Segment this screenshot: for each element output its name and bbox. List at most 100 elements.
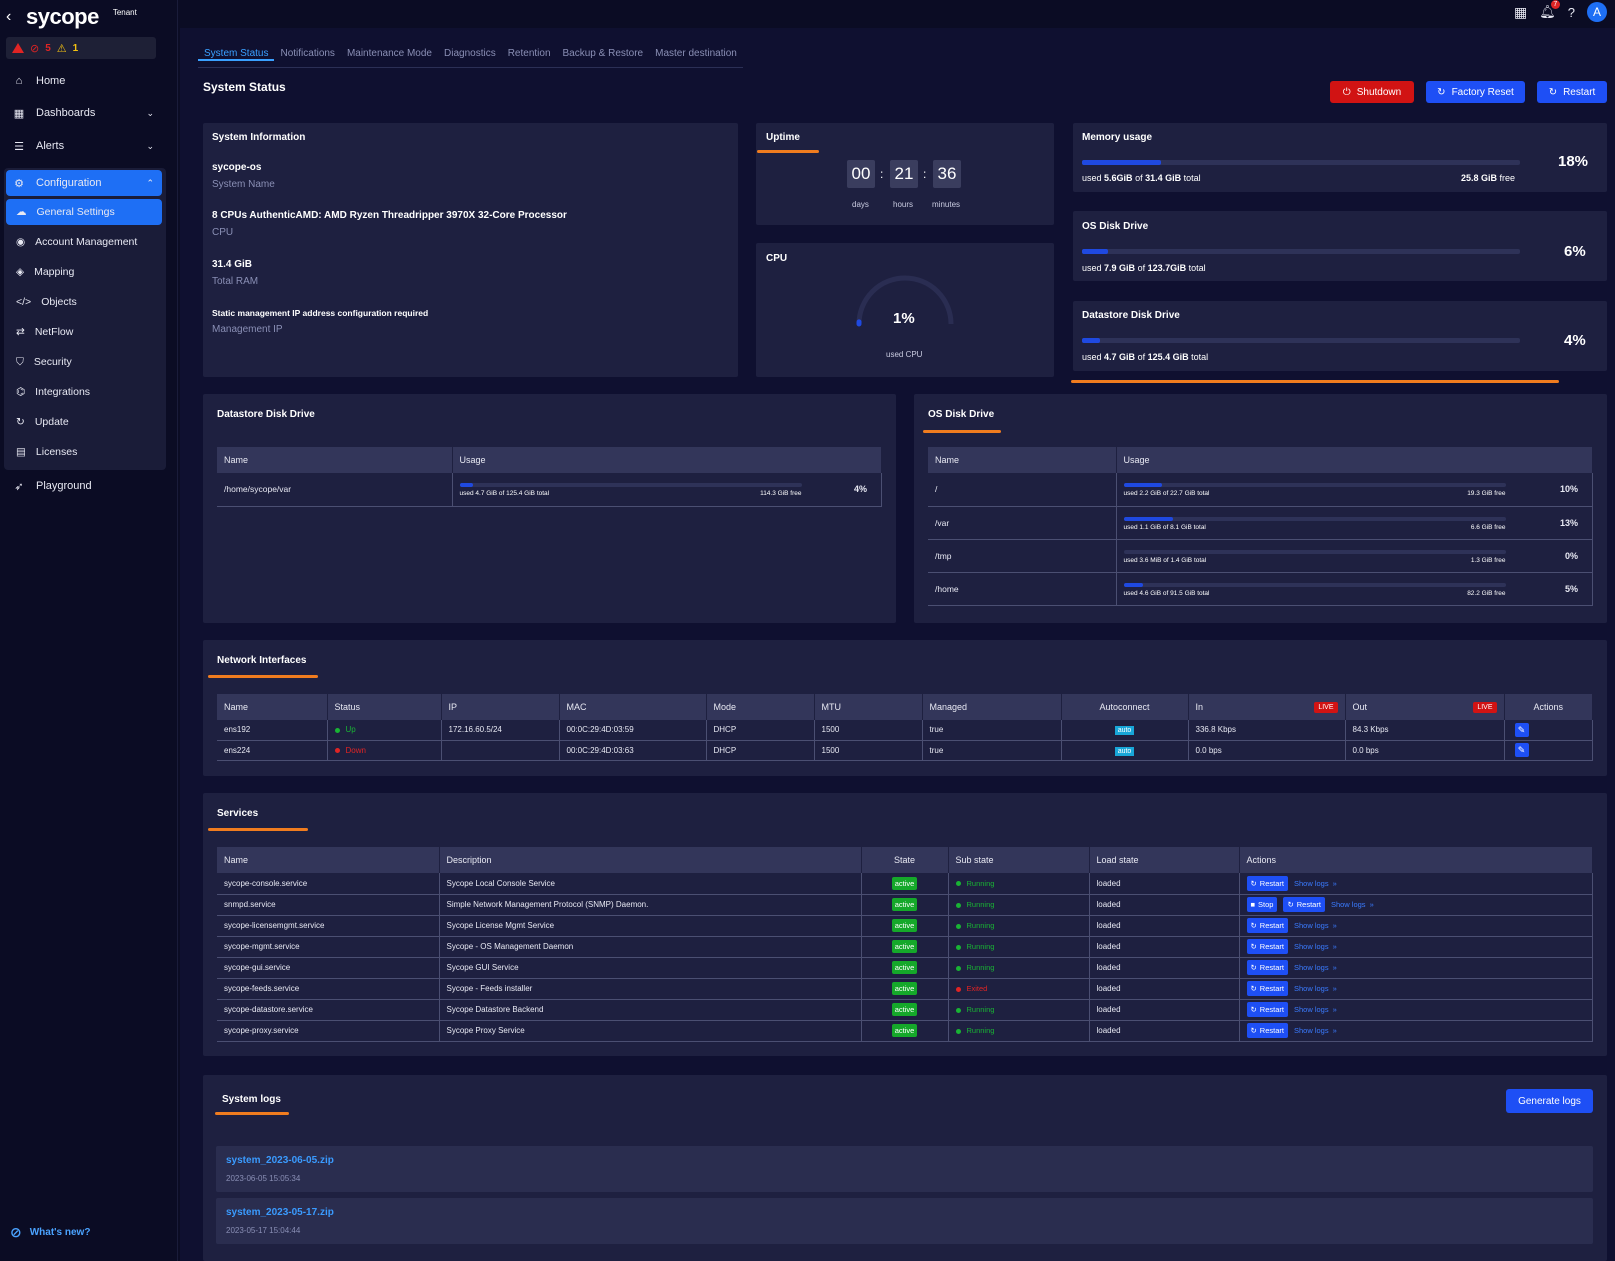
- service-load-state: loaded: [1089, 894, 1240, 916]
- table-row: /tmp used 3.6 MiB of 1.4 GiB total 1.3 GiB…: [928, 539, 1593, 573]
- alert-summary[interactable]: ⊘ 5 ⚠ 1: [6, 37, 156, 59]
- status-dot-icon: [955, 902, 961, 908]
- service-substate-text: Running: [966, 878, 995, 888]
- nav-alerts[interactable]: ☰ Alerts ⌄: [6, 133, 162, 159]
- show-logs-link[interactable]: Show logs»: [1294, 879, 1337, 888]
- restart-service-button[interactable]: ↻ Restart: [1246, 1002, 1288, 1017]
- nav-mapping[interactable]: ◈ Mapping: [6, 259, 162, 285]
- warning-alert-count: 1: [72, 42, 79, 54]
- show-logs-label: Show logs: [1293, 1026, 1329, 1035]
- datastore-used-prefix: used: [1082, 352, 1102, 362]
- col-actions: Actions: [1504, 694, 1593, 720]
- table-row: sycope-gui.service Sycope GUI Service acti…: [217, 957, 1593, 979]
- service-substate: Running: [948, 936, 1090, 958]
- tab-backup-restore[interactable]: Backup & Restore: [557, 48, 650, 61]
- iface-actions: ✎: [1504, 720, 1593, 741]
- os-disk-bar-fill: [1082, 249, 1109, 254]
- avatar[interactable]: A: [1587, 2, 1607, 22]
- settings-tabs: System Status Notifications Maintenance …: [198, 48, 743, 68]
- restart-button[interactable]: ↻ Restart: [1537, 81, 1607, 103]
- nav-update[interactable]: ↻ Update: [6, 409, 162, 435]
- generate-logs-button[interactable]: Generate logs: [1506, 1089, 1593, 1113]
- datastore-total: 125.4 GiB: [1147, 352, 1189, 362]
- restart-service-button[interactable]: ↻ Restart: [1246, 939, 1288, 954]
- restart-label: Restart: [1259, 1026, 1284, 1035]
- show-logs-link[interactable]: Show logs»: [1294, 921, 1337, 930]
- disk-usage-bar: [459, 483, 802, 488]
- memory-total-suffix: total: [1183, 173, 1201, 183]
- disk-usage-text: used 4.6 GiB of 91.5 GiB total 82.2 GiB f…: [1124, 590, 1506, 597]
- nav-account-management[interactable]: ◉ Account Management: [6, 229, 162, 255]
- show-logs-link[interactable]: Show logs»: [1294, 984, 1337, 993]
- restart-service-button[interactable]: ↻ Restart: [1246, 918, 1288, 933]
- whats-new-link[interactable]: ⊘ What's new?: [10, 1224, 90, 1241]
- apps-grid-icon[interactable]: ▦: [1514, 4, 1527, 21]
- sidebar: ‹ sycope Tenant ⊘ 5 ⚠ 1 ⌂ Home ▦ Dashboa…: [0, 0, 178, 1261]
- nav-general-settings[interactable]: ☁ General Settings: [6, 199, 162, 225]
- tab-maintenance-mode[interactable]: Maintenance Mode: [341, 48, 438, 61]
- bell-icon[interactable]: 🔔︎ 7: [1539, 0, 1560, 20]
- factory-reset-button[interactable]: ↻ Factory Reset: [1426, 81, 1525, 103]
- memory-total: 31.4 GiB: [1145, 173, 1182, 183]
- service-substate-text: Running: [966, 900, 995, 909]
- table-row: sycope-mgmt.service Sycope - OS Managemen…: [217, 936, 1593, 958]
- service-substate: Running: [948, 1020, 1090, 1042]
- tab-diagnostics[interactable]: Diagnostics: [438, 48, 502, 61]
- service-name: snmpd.service: [217, 894, 440, 916]
- tab-master-destination[interactable]: Master destination: [649, 48, 743, 61]
- disk-used: used 4.7 GiB of 125.4 GiB total: [459, 490, 550, 498]
- nav-integrations[interactable]: ⌬ Integrations: [6, 379, 162, 405]
- live-badge[interactable]: LIVE: [1314, 701, 1338, 713]
- restart-service-button[interactable]: ↻ Restart: [1246, 1023, 1288, 1038]
- show-logs-link[interactable]: Show logs»: [1294, 1026, 1337, 1035]
- nav-home[interactable]: ⌂ Home: [6, 68, 162, 94]
- log-file-link[interactable]: system_2023-05-17.zip: [226, 1207, 334, 1218]
- disk-free: 6.6 GiB free: [1470, 523, 1506, 531]
- datastore-total-suffix: total: [1191, 352, 1209, 362]
- state-badge: active: [891, 898, 918, 911]
- service-description: Simple Network Management Protocol (SNMP…: [439, 894, 862, 916]
- restart-service-button[interactable]: ↻ Restart: [1246, 981, 1288, 996]
- edit-icon[interactable]: ✎: [1514, 743, 1529, 757]
- nav-security[interactable]: ⛉ Security: [6, 349, 162, 375]
- iface-status-text: Up: [345, 725, 356, 735]
- nav-dashboards[interactable]: ▦ Dashboards ⌄: [6, 100, 162, 126]
- disk-usage-bar: [1123, 483, 1506, 488]
- iface-mtu: 1500: [814, 740, 923, 761]
- service-description: Sycope GUI Service: [439, 957, 862, 979]
- nav-configuration[interactable]: ⚙ Configuration ⌃: [6, 170, 162, 196]
- show-logs-link[interactable]: Show logs»: [1294, 963, 1337, 972]
- nav-objects[interactable]: </> Objects: [6, 289, 162, 315]
- shutdown-button[interactable]: ⏻ Shutdown: [1330, 81, 1414, 103]
- sycope-logo[interactable]: sycope: [26, 4, 99, 30]
- show-logs-link[interactable]: Show logs»: [1294, 1005, 1337, 1014]
- status-dot-icon: [955, 986, 961, 992]
- nav-licenses[interactable]: ▤ Licenses: [6, 439, 162, 465]
- service-actions: ■ Stop ↻ Restart Show logs»: [1239, 894, 1593, 916]
- tab-retention[interactable]: Retention: [502, 48, 557, 61]
- log-file-link[interactable]: system_2023-06-05.zip: [226, 1155, 334, 1166]
- help-icon[interactable]: ?: [1568, 5, 1575, 20]
- stop-label: Stop: [1258, 900, 1274, 909]
- nav-alerts-label: Alerts: [36, 140, 65, 152]
- show-logs-link[interactable]: Show logs»: [1331, 900, 1374, 909]
- nav-dashboards-label: Dashboards: [36, 107, 96, 119]
- show-logs-link[interactable]: Show logs»: [1294, 942, 1337, 951]
- live-badge[interactable]: LIVE: [1473, 701, 1497, 713]
- stop-service-button[interactable]: ■ Stop: [1246, 897, 1278, 912]
- restart-label: Restart: [1259, 984, 1284, 993]
- status-dot-icon: [955, 965, 961, 971]
- disk-usage-bar-wrap: used 3.6 MiB of 1.4 GiB total 1.3 GiB fre…: [1123, 549, 1506, 564]
- disk-name: /var: [928, 506, 1117, 540]
- refresh-icon: ↻: [1250, 942, 1257, 951]
- restart-service-button[interactable]: ↻ Restart: [1246, 875, 1288, 891]
- tab-system-status[interactable]: System Status: [198, 48, 275, 61]
- tab-notifications[interactable]: Notifications: [274, 48, 340, 61]
- edit-icon[interactable]: ✎: [1514, 722, 1529, 737]
- collapse-sidebar-icon[interactable]: ‹: [6, 8, 20, 26]
- restart-service-button[interactable]: ↻ Restart: [1283, 897, 1325, 912]
- nav-netflow[interactable]: ⇄ NetFlow: [6, 319, 162, 345]
- compass-icon: ⊘: [10, 1224, 22, 1240]
- nav-playground[interactable]: ➶ Playground: [6, 473, 162, 499]
- restart-service-button[interactable]: ↻ Restart: [1246, 960, 1288, 975]
